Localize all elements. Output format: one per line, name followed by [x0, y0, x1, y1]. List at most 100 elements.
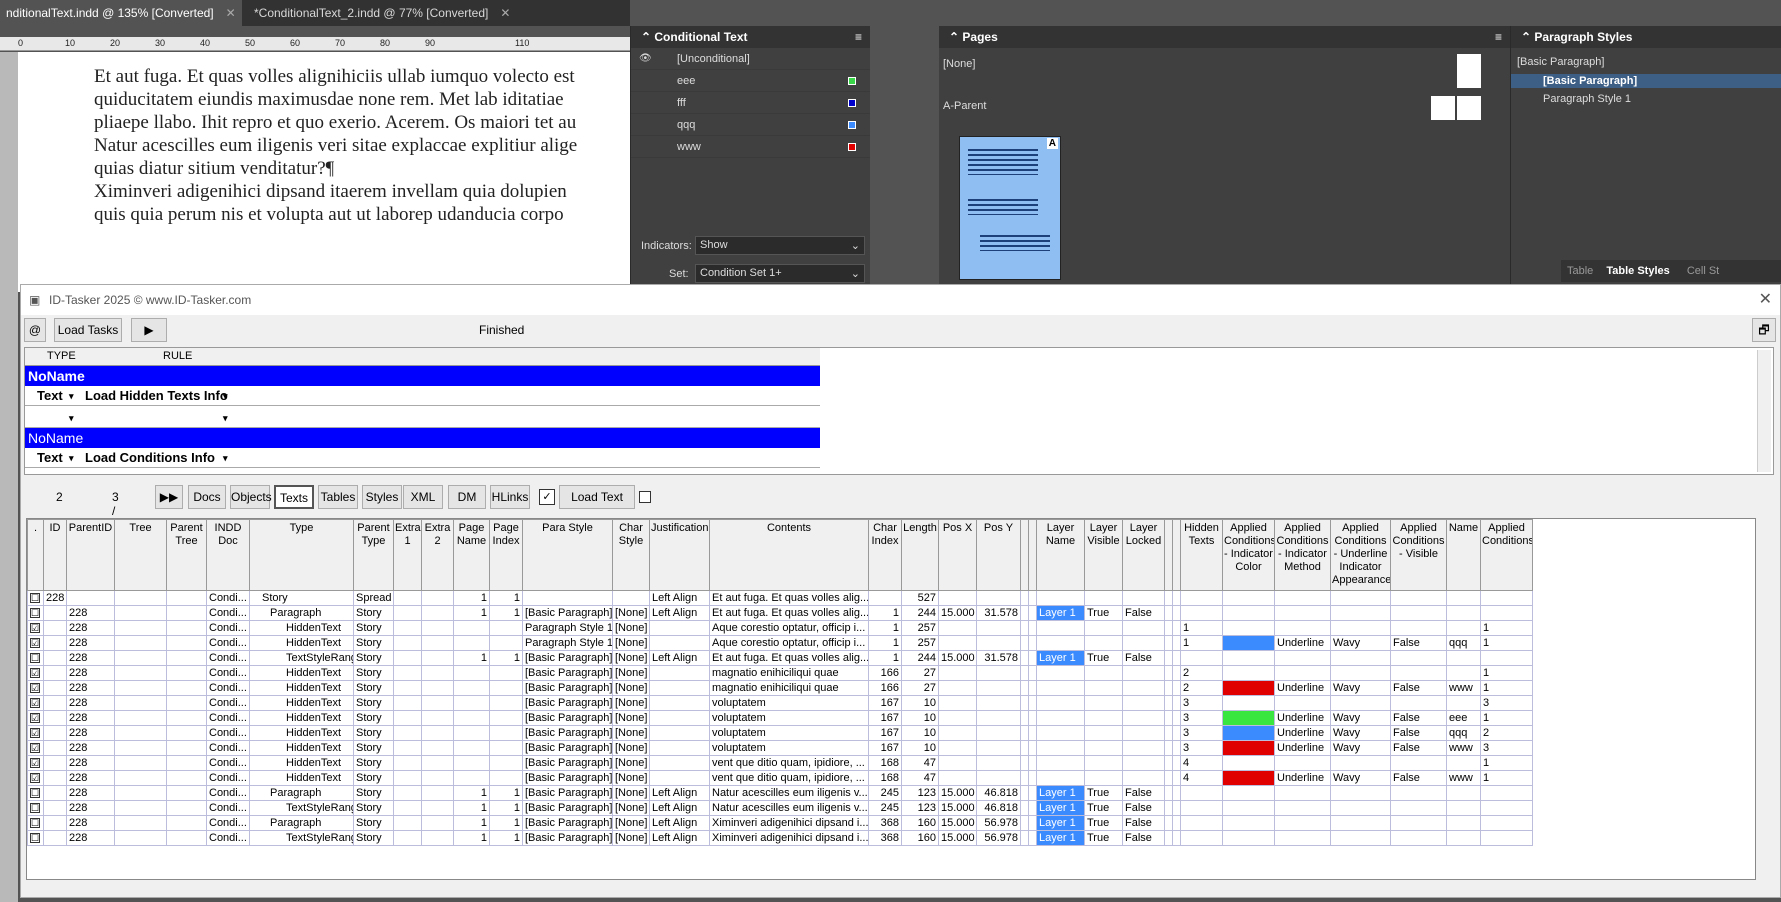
table-cell[interactable]: [None]: [612, 770, 650, 786]
column-header[interactable]: Type: [249, 519, 354, 591]
table-cell[interactable]: [1028, 695, 1037, 711]
tab-hlinks[interactable]: HLinks: [490, 485, 530, 509]
table-cell[interactable]: [1390, 650, 1447, 666]
table-cell[interactable]: voluptatem: [709, 725, 869, 741]
table-cell[interactable]: [1446, 755, 1481, 771]
table-cell[interactable]: [421, 590, 454, 606]
table-cell[interactable]: 2: [1180, 680, 1223, 696]
table-cell[interactable]: [1330, 620, 1391, 636]
table-cell[interactable]: ☑: [27, 620, 44, 636]
table-cell[interactable]: [1164, 635, 1173, 651]
table-cell[interactable]: [421, 650, 454, 666]
table-cell[interactable]: [1172, 605, 1181, 621]
table-cell[interactable]: 228: [66, 665, 115, 681]
table-cell[interactable]: 1: [489, 815, 523, 831]
table-cell[interactable]: [1274, 830, 1331, 846]
table-cell[interactable]: ☐: [27, 605, 44, 621]
table-cell[interactable]: 56.978: [976, 830, 1021, 846]
table-cell[interactable]: Story: [353, 740, 394, 756]
column-header[interactable]: ParentID: [66, 519, 115, 591]
table-cell[interactable]: Story: [353, 725, 394, 741]
table-cell[interactable]: [1172, 665, 1181, 681]
table-row[interactable]: ☑ 228 Condi... HiddenText Story [Basic Paragr…: [27, 725, 1533, 741]
table-cell[interactable]: [Basic Paragraph]: [522, 830, 613, 846]
condition-row[interactable]: 👁 [Unconditional]: [631, 48, 870, 70]
table-cell[interactable]: Ximinveri adigenihici dipsand i...: [709, 830, 869, 846]
table-cell[interactable]: Natur acescilles eum iligenis v...: [709, 785, 869, 801]
table-cell[interactable]: ☑: [27, 665, 44, 681]
table-cell[interactable]: magnatio enihiciliqui quae: [709, 665, 869, 681]
table-cell[interactable]: [1122, 770, 1165, 786]
table-cell[interactable]: 46.818: [976, 800, 1021, 816]
table-cell[interactable]: 15.000: [938, 800, 977, 816]
table-cell[interactable]: [1164, 740, 1173, 756]
table-cell[interactable]: Natur acescilles eum iligenis v...: [709, 800, 869, 816]
table-cell[interactable]: 1: [489, 785, 523, 801]
table-cell[interactable]: [1480, 815, 1533, 831]
table-cell[interactable]: True: [1084, 800, 1123, 816]
table-cell[interactable]: Condi...: [206, 710, 250, 726]
table-cell[interactable]: [None]: [612, 680, 650, 696]
table-cell[interactable]: 10: [901, 710, 939, 726]
column-header[interactable]: Page Name: [453, 519, 490, 591]
row-checkbox[interactable]: ☐: [30, 787, 40, 798]
table-cell[interactable]: [1222, 665, 1275, 681]
table-cell[interactable]: [166, 830, 207, 846]
table-cell[interactable]: [1274, 800, 1331, 816]
load-text-checkbox[interactable]: ✓: [539, 489, 555, 505]
table-cell[interactable]: [1036, 590, 1085, 606]
table-cell[interactable]: 228: [66, 605, 115, 621]
table-cell[interactable]: [114, 605, 167, 621]
tab-table-styles[interactable]: Table Styles: [1606, 265, 1669, 277]
table-cell[interactable]: [1172, 785, 1181, 801]
table-cell[interactable]: [1122, 635, 1165, 651]
column-header[interactable]: Name: [1446, 519, 1481, 591]
table-row[interactable]: ☐228Condi...TextStyleRangeStory11[Basic …: [27, 830, 1533, 846]
table-cell[interactable]: [1390, 830, 1447, 846]
table-cell[interactable]: Layer 1: [1036, 830, 1085, 846]
row-checkbox[interactable]: ☐: [30, 832, 40, 843]
table-cell[interactable]: ☐: [27, 815, 44, 831]
table-cell[interactable]: [1164, 665, 1173, 681]
table-cell[interactable]: 1: [868, 650, 902, 666]
rule-row[interactable]: Text ▾ Load Conditions Info ▾: [25, 448, 820, 468]
table-cell[interactable]: 1: [1180, 620, 1223, 636]
menu-icon[interactable]: ≡: [855, 26, 862, 48]
table-cell[interactable]: Underline: [1274, 725, 1331, 741]
table-row[interactable]: ☑ 228 Condi... HiddenText Story Paragraph Sty…: [27, 620, 1533, 636]
column-header[interactable]: Char Index: [868, 519, 902, 591]
table-cell[interactable]: 1: [453, 815, 490, 831]
table-cell[interactable]: [1164, 680, 1173, 696]
column-header[interactable]: Applied Conditions - Indicator Method: [1274, 519, 1331, 591]
tab-cell-styles[interactable]: Cell St: [1687, 265, 1719, 277]
table-cell[interactable]: [None]: [612, 800, 650, 816]
row-checkbox[interactable]: ☑: [30, 622, 40, 633]
table-cell[interactable]: ☑: [27, 710, 44, 726]
table-cell[interactable]: False: [1390, 740, 1447, 756]
table-cell[interactable]: Story: [353, 755, 394, 771]
table-cell[interactable]: [1028, 605, 1037, 621]
table-cell[interactable]: 166: [868, 665, 902, 681]
table-cell[interactable]: 3: [1180, 710, 1223, 726]
column-header[interactable]: Layer Visible: [1084, 519, 1123, 591]
table-cell[interactable]: [1180, 800, 1223, 816]
table-cell[interactable]: Story: [353, 620, 394, 636]
table-cell[interactable]: [453, 680, 490, 696]
table-cell[interactable]: [1028, 665, 1037, 681]
table-cell[interactable]: [114, 665, 167, 681]
column-header[interactable]: ID: [43, 519, 67, 591]
table-cell[interactable]: [1164, 755, 1173, 771]
table-cell[interactable]: [1330, 650, 1391, 666]
table-cell[interactable]: [1390, 590, 1447, 606]
table-cell[interactable]: [453, 755, 490, 771]
table-cell[interactable]: [1390, 605, 1447, 621]
table-cell[interactable]: [1274, 665, 1331, 681]
table-cell[interactable]: 1: [868, 620, 902, 636]
table-cell[interactable]: 1: [453, 785, 490, 801]
table-cell[interactable]: ☐: [27, 650, 44, 666]
table-cell[interactable]: Wavy: [1330, 725, 1391, 741]
table-cell[interactable]: 527: [901, 590, 939, 606]
table-cell[interactable]: False: [1390, 710, 1447, 726]
table-cell[interactable]: True: [1084, 650, 1123, 666]
column-header[interactable]: [1164, 519, 1173, 591]
